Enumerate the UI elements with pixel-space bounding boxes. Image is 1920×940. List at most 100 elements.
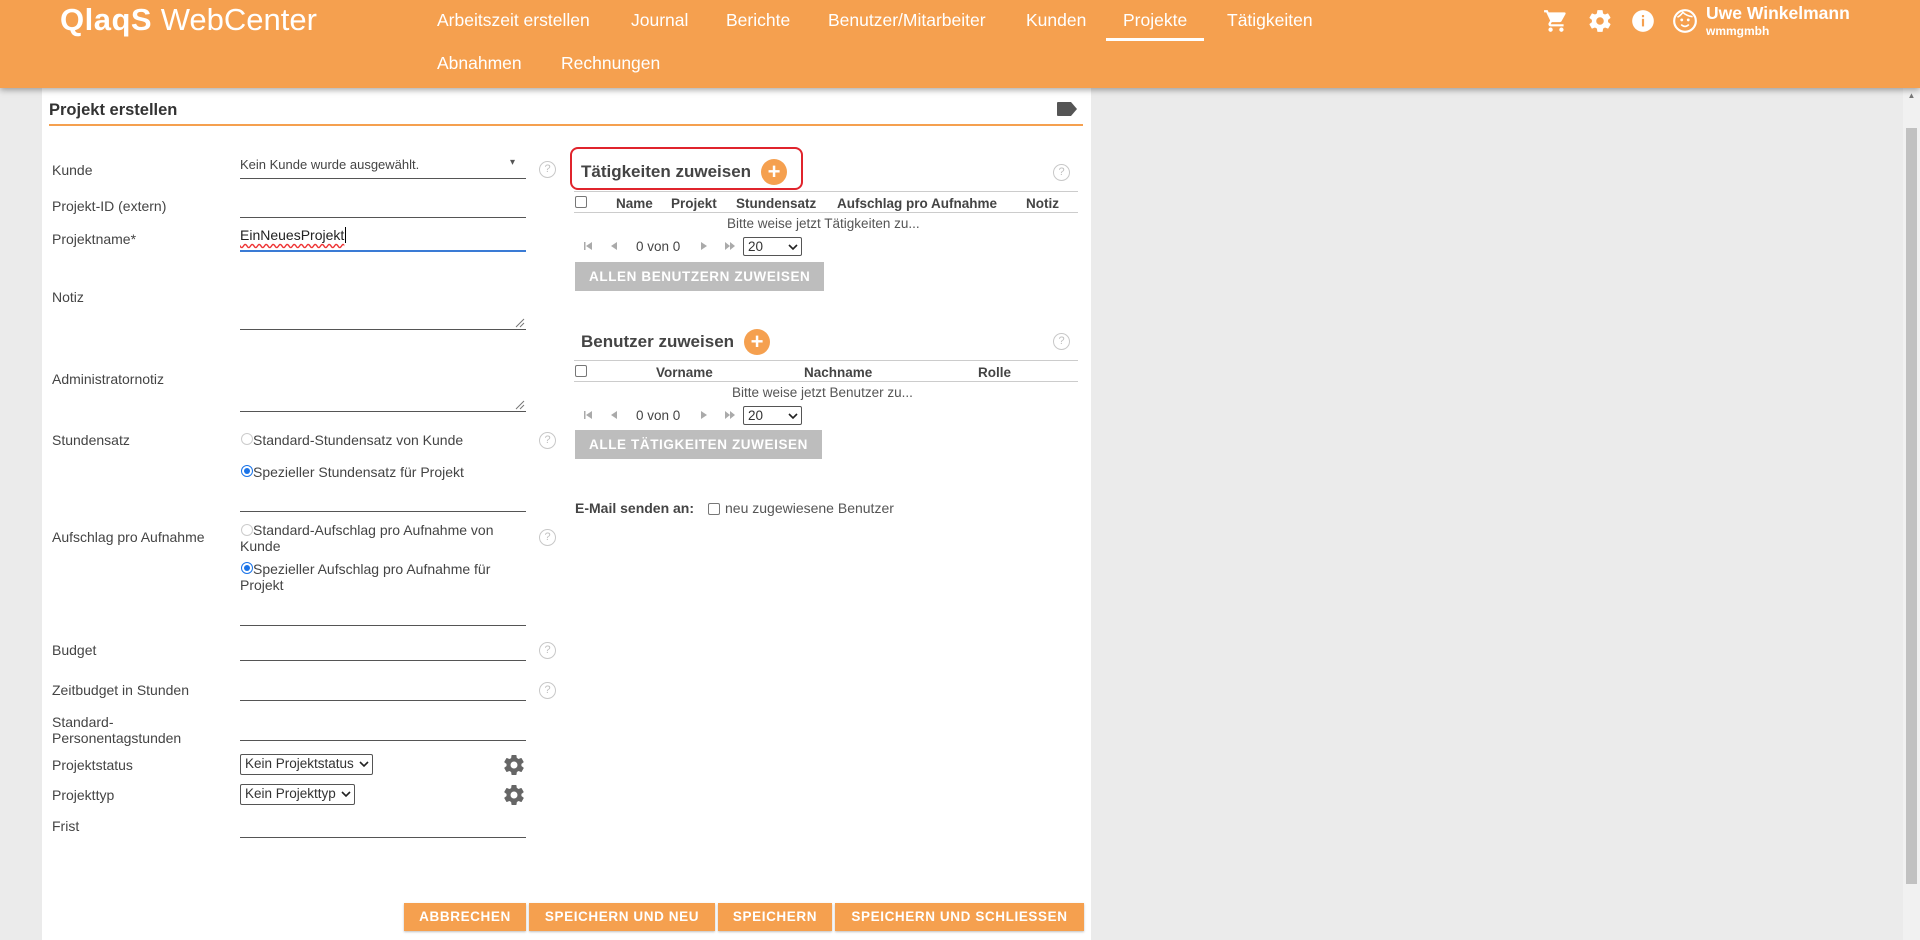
aufschlag-standard-label[interactable]: Standard-Aufschlag pro Aufnahme von Kund… — [240, 522, 516, 554]
alle-taetigkeiten-zuweisen-button[interactable]: ALLE TÄTIGKEITEN ZUWEISEN — [575, 430, 822, 459]
info-icon[interactable] — [1630, 8, 1656, 34]
taetigkeiten-empty-message: Bitte weise jetzt Tätigkeiten zu... — [727, 216, 920, 231]
taetigkeiten-page-size-select[interactable]: 20 — [743, 237, 802, 256]
last-page-icon[interactable] — [724, 409, 736, 421]
projektstatus-value: Kein Projektstatus — [245, 756, 354, 771]
col-nachname[interactable]: Nachname — [804, 365, 872, 380]
admin-notiz-resize-handle[interactable] — [515, 400, 525, 410]
personentage-label: Standard-Personentagstunden — [52, 714, 182, 746]
speichern-und-neu-button[interactable]: SPEICHERN UND NEU — [529, 903, 715, 931]
col-stundensatz[interactable]: Stundensatz — [736, 196, 816, 211]
projekttyp-select[interactable]: Kein Projekttyp — [240, 784, 355, 805]
user-avatar-icon[interactable] — [1672, 8, 1698, 34]
add-benutzer-button[interactable]: + — [744, 329, 770, 355]
projektstatus-settings-gear-icon[interactable] — [502, 753, 526, 777]
taetigkeiten-help-icon[interactable]: ? — [1053, 164, 1070, 181]
stundensatz-input[interactable] — [240, 511, 526, 512]
allen-benutzern-zuweisen-button[interactable]: ALLEN BENUTZERN ZUWEISEN — [575, 262, 825, 291]
prev-page-icon[interactable] — [608, 240, 620, 252]
stundensatz-help-icon[interactable]: ? — [539, 432, 556, 449]
aufschlag-label: Aufschlag pro Aufnahme — [52, 529, 205, 545]
taetigkeiten-title: Tätigkeiten zuweisen — [581, 162, 752, 181]
notiz-textarea[interactable] — [240, 329, 526, 330]
nav-projekte[interactable]: Projekte — [1106, 10, 1205, 41]
benutzer-page-size-select[interactable]: 20 — [743, 406, 802, 425]
col-projekt[interactable]: Projekt — [671, 196, 717, 211]
col-aufschlag[interactable]: Aufschlag pro Aufnahme — [837, 196, 997, 211]
taetigkeiten-select-all-checkbox[interactable] — [575, 196, 587, 208]
benutzer-pager-text: 0 von 0 — [636, 408, 681, 423]
email-new-users-label[interactable]: neu zugewiesene Benutzer — [725, 500, 894, 516]
projektname-underline — [240, 250, 526, 252]
stundensatz-standard-label[interactable]: Standard-Stundensatz von Kunde — [253, 432, 463, 448]
stundensatz-spezial-radio[interactable] — [241, 465, 253, 477]
chevron-down-icon — [788, 244, 798, 251]
budget-help-icon[interactable]: ? — [539, 642, 556, 659]
cart-icon[interactable] — [1543, 8, 1569, 34]
budget-input[interactable] — [240, 660, 526, 661]
email-senden-label: E-Mail senden an: — [575, 500, 695, 516]
first-page-icon[interactable] — [582, 240, 594, 252]
nav-arbeitszeit-erstellen[interactable]: Arbeitszeit erstellen — [437, 10, 590, 31]
kunde-help-icon[interactable]: ? — [539, 161, 556, 178]
notiz-resize-handle[interactable] — [515, 318, 525, 328]
col-vorname[interactable]: Vorname — [656, 365, 713, 380]
benutzer-table-header: Vorname Nachname Rolle — [574, 360, 1078, 382]
scroll-up-arrow[interactable]: ▲ — [1906, 90, 1917, 101]
projekttyp-value: Kein Projekttyp — [245, 786, 336, 801]
col-rolle[interactable]: Rolle — [978, 365, 1011, 380]
app-logo[interactable]: QlaqS WebCenter — [60, 2, 317, 38]
projektname-input[interactable]: EinNeuesProjekt — [240, 227, 347, 243]
taetigkeiten-table-header: Name Projekt Stundensatz Aufschlag pro A… — [574, 191, 1078, 213]
prev-page-icon[interactable] — [608, 409, 620, 421]
zeitbudget-help-icon[interactable]: ? — [539, 682, 556, 699]
chevron-down-icon — [359, 761, 369, 768]
aufschlag-spezial-label[interactable]: Spezieller Aufschlag pro Aufnahme für Pr… — [240, 561, 516, 593]
user-name[interactable]: Uwe Winkelmann — [1706, 3, 1850, 24]
aufschlag-help-icon[interactable]: ? — [539, 529, 556, 546]
page-title: Projekt erstellen — [49, 101, 178, 119]
benutzer-help-icon[interactable]: ? — [1053, 333, 1070, 350]
personentage-input[interactable] — [240, 740, 526, 741]
gear-icon[interactable] — [1587, 8, 1613, 34]
kunde-dropdown-caret[interactable]: ▾ — [510, 157, 515, 168]
projektstatus-label: Projektstatus — [52, 757, 133, 773]
next-page-icon[interactable] — [698, 409, 710, 421]
app-header: QlaqS WebCenter Arbeitszeit erstellen Jo… — [0, 0, 1920, 88]
add-taetigkeit-button[interactable]: + — [761, 159, 787, 185]
admin-notiz-label: Administratornotiz — [52, 371, 165, 387]
next-page-icon[interactable] — [698, 240, 710, 252]
nav-rechnungen[interactable]: Rechnungen — [561, 53, 660, 74]
stundensatz-standard-radio[interactable] — [241, 433, 253, 445]
email-new-users-checkbox[interactable] — [708, 503, 720, 515]
benutzer-select-all-checkbox[interactable] — [575, 365, 587, 377]
nav-benutzer-mitarbeiter[interactable]: Benutzer/Mitarbeiter — [828, 10, 986, 31]
projekt-id-input[interactable] — [240, 217, 526, 218]
projekttyp-settings-gear-icon[interactable] — [502, 783, 526, 807]
zeitbudget-input[interactable] — [240, 700, 526, 701]
stundensatz-label: Stundensatz — [52, 432, 130, 448]
nav-abnahmen[interactable]: Abnahmen — [437, 53, 522, 74]
speichern-und-schliessen-button[interactable]: SPEICHERN UND SCHLIESSEN — [835, 903, 1084, 931]
speichern-button[interactable]: SPEICHERN — [718, 903, 832, 931]
col-notiz[interactable]: Notiz — [1026, 196, 1059, 211]
kunde-select[interactable]: Kein Kunde wurde ausgewählt. — [240, 157, 419, 172]
nav-kunden[interactable]: Kunden — [1026, 10, 1086, 31]
stundensatz-spezial-label[interactable]: Spezieller Stundensatz für Projekt — [253, 464, 464, 480]
aufschlag-input[interactable] — [240, 625, 526, 626]
scroll-thumb[interactable] — [1906, 128, 1917, 884]
first-page-icon[interactable] — [582, 409, 594, 421]
nav-taetigkeiten[interactable]: Tätigkeiten — [1227, 10, 1313, 31]
col-name[interactable]: Name — [616, 196, 653, 211]
project-form-panel — [42, 88, 1091, 940]
abbrechen-button[interactable]: ABBRECHEN — [404, 903, 526, 931]
nav-berichte[interactable]: Berichte — [726, 10, 790, 31]
projektstatus-select[interactable]: Kein Projektstatus — [240, 754, 373, 775]
nav-journal[interactable]: Journal — [631, 10, 688, 31]
kunde-label: Kunde — [52, 162, 93, 178]
admin-notiz-textarea[interactable] — [240, 411, 526, 412]
frist-input[interactable] — [240, 837, 526, 838]
tag-icon[interactable] — [1056, 101, 1078, 117]
frist-label: Frist — [52, 818, 80, 834]
last-page-icon[interactable] — [724, 240, 736, 252]
